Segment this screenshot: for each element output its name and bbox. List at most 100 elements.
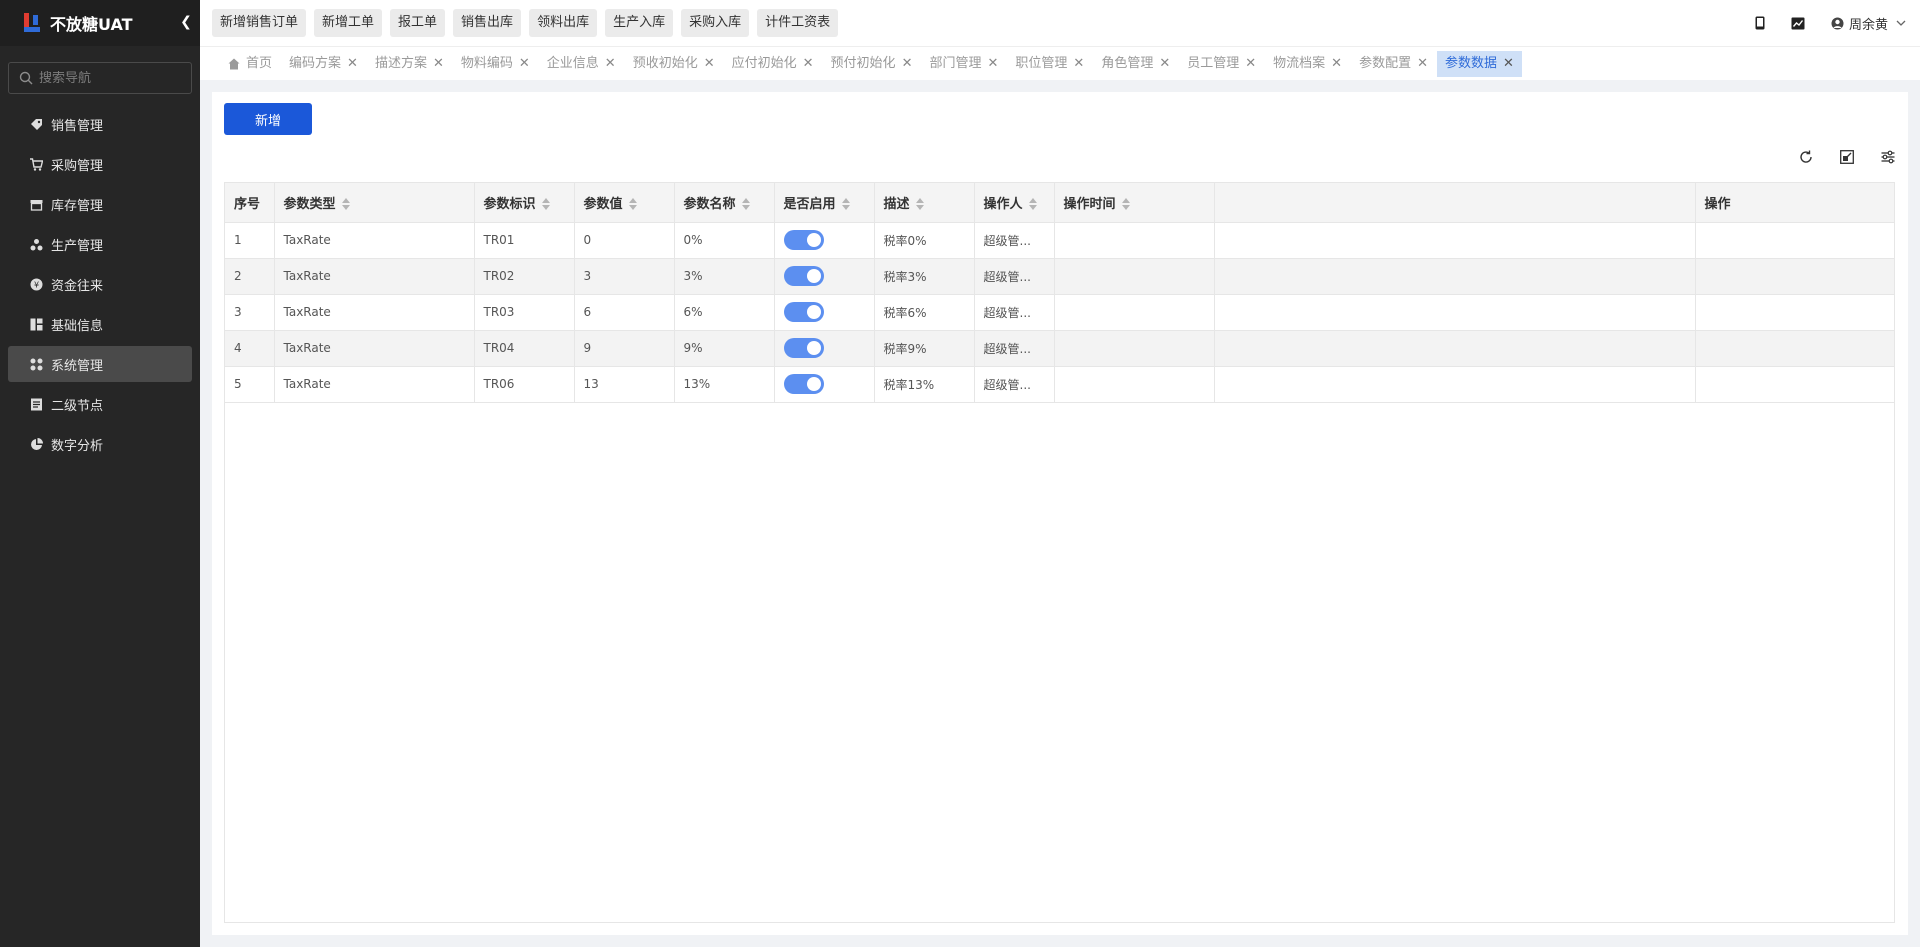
sidebar-item-secondary-node[interactable]: 二级节点 <box>8 386 192 422</box>
close-icon[interactable]: ✕ <box>1159 51 1170 77</box>
production-icon <box>29 237 43 251</box>
col-header-operator[interactable]: 操作人 <box>974 183 1055 223</box>
cell-description: 税率9% <box>874 330 975 367</box>
close-icon[interactable]: ✕ <box>1417 51 1428 77</box>
table-row[interactable]: 1 TaxRate TR01 0 0% 税率0% 超级管... <box>225 222 1895 259</box>
sidebar-item-label: 资金往来 <box>51 278 104 294</box>
close-icon[interactable]: ✕ <box>704 51 715 77</box>
cell-enabled <box>774 222 875 259</box>
cell-enabled <box>774 258 875 295</box>
chart-icon[interactable] <box>1791 17 1805 30</box>
sidebar-item-label: 库存管理 <box>51 198 104 214</box>
cell-param-code: TR04 <box>474 330 575 367</box>
col-header-param-value[interactable]: 参数值 <box>574 183 675 223</box>
close-icon[interactable]: ✕ <box>803 51 814 77</box>
sidebar-item-inventory[interactable]: 库存管理 <box>8 186 192 222</box>
tab-logistics-archive[interactable]: 物流档案 ✕ <box>1265 51 1350 77</box>
close-icon[interactable]: ✕ <box>347 51 358 77</box>
tab-label: 物料编码 <box>460 56 513 71</box>
table-row[interactable]: 3 TaxRate TR03 6 6% 税率6% 超级管... <box>225 294 1895 331</box>
tab-prereceipt-init[interactable]: 预收初始化 ✕ <box>625 51 723 77</box>
col-header-enabled[interactable]: 是否启用 <box>774 183 875 223</box>
sort-icon[interactable] <box>341 198 350 211</box>
close-icon[interactable]: ✕ <box>1331 51 1342 77</box>
tab-position-management[interactable]: 职位管理 ✕ <box>1007 51 1092 77</box>
enabled-toggle[interactable] <box>783 338 824 358</box>
tab-role-management[interactable]: 角色管理 ✕ <box>1093 51 1178 77</box>
table-row[interactable]: 4 TaxRate TR04 9 9% 税率9% 超级管... <box>225 330 1895 367</box>
collapse-sidebar-icon[interactable]: ❮ <box>178 14 194 30</box>
quick-purchase-inbound-button[interactable]: 采购入库 <box>681 9 750 37</box>
close-icon[interactable]: ✕ <box>1073 51 1084 77</box>
tab-parameter-config[interactable]: 参数配置 ✕ <box>1351 51 1436 77</box>
enabled-toggle[interactable] <box>783 266 824 286</box>
close-icon[interactable]: ✕ <box>987 51 998 77</box>
quick-piecework-wage-button[interactable]: 计件工资表 <box>757 9 839 37</box>
tab-material-code[interactable]: 物料编码 ✕ <box>453 51 538 77</box>
sort-icon[interactable] <box>741 198 750 211</box>
close-icon[interactable]: ✕ <box>902 51 913 77</box>
fullscreen-icon[interactable] <box>1826 150 1867 164</box>
sidebar-item-funds[interactable]: ¥ 资金往来 <box>8 266 192 302</box>
cell-blank <box>1214 258 1696 295</box>
close-icon[interactable]: ✕ <box>1503 51 1514 77</box>
tab-company-info[interactable]: 企业信息 ✕ <box>539 51 624 77</box>
table-row[interactable]: 2 TaxRate TR02 3 3% 税率3% 超级管... <box>225 258 1895 295</box>
sidebar-item-basic-info[interactable]: 基础信息 <box>8 306 192 342</box>
nav-search-input[interactable] <box>39 70 179 86</box>
sort-icon[interactable] <box>1121 198 1130 211</box>
cell-param-type: TaxRate <box>274 330 475 367</box>
quick-new-sales-order-button[interactable]: 新增销售订单 <box>212 9 307 37</box>
mobile-icon[interactable] <box>1755 16 1765 30</box>
sidebar-item-purchase[interactable]: 采购管理 <box>8 146 192 182</box>
table-row[interactable]: 5 TaxRate TR06 13 13% 税率13% 超级管... <box>225 366 1895 403</box>
user-menu[interactable]: 周余黄 <box>1831 14 1906 33</box>
enabled-toggle[interactable] <box>783 374 824 394</box>
col-header-param-code[interactable]: 参数标识 <box>474 183 575 223</box>
close-icon[interactable]: ✕ <box>519 51 530 77</box>
tab-employee-management[interactable]: 员工管理 ✕ <box>1179 51 1264 77</box>
sort-icon[interactable] <box>628 198 637 211</box>
tab-home[interactable]: 首页 <box>220 51 280 77</box>
sort-icon[interactable] <box>541 198 550 211</box>
cell-enabled <box>774 330 875 367</box>
quick-production-inbound-button[interactable]: 生产入库 <box>605 9 674 37</box>
col-header-param-type[interactable]: 参数类型 <box>274 183 475 223</box>
col-header-param-name[interactable]: 参数名称 <box>674 183 775 223</box>
param-table: 序号 参数类型 参数标识 参数值 参数名称 是否启用 描述 操作人 操作时间 操… <box>224 182 1895 923</box>
sidebar-item-analysis[interactable]: 数字分析 <box>8 426 192 462</box>
column-settings-icon[interactable] <box>1867 150 1908 164</box>
col-header-operate-time[interactable]: 操作时间 <box>1054 183 1215 223</box>
sort-icon[interactable] <box>841 198 850 211</box>
tab-parameter-data[interactable]: 参数数据 ✕ <box>1437 51 1522 77</box>
sidebar-item-production[interactable]: 生产管理 <box>8 226 192 262</box>
tab-description-scheme[interactable]: 描述方案 ✕ <box>367 51 452 77</box>
tab-prepayment-init[interactable]: 预付初始化 ✕ <box>823 51 921 77</box>
quick-material-outbound-button[interactable]: 领料出库 <box>529 9 598 37</box>
add-button[interactable]: 新增 <box>224 103 312 135</box>
enabled-toggle[interactable] <box>783 230 824 250</box>
cell-param-type: TaxRate <box>274 366 475 403</box>
sidebar-item-sales[interactable]: 销售管理 <box>8 106 192 142</box>
refresh-icon[interactable] <box>1785 150 1826 164</box>
enabled-toggle[interactable] <box>783 302 824 322</box>
close-icon[interactable]: ✕ <box>433 51 444 77</box>
cell-param-value: 3 <box>574 258 675 295</box>
sort-icon[interactable] <box>1028 198 1037 211</box>
quick-sales-outbound-button[interactable]: 销售出库 <box>453 9 522 37</box>
sort-icon[interactable] <box>915 198 924 211</box>
tab-payable-init[interactable]: 应付初始化 ✕ <box>724 51 822 77</box>
quick-new-work-order-button[interactable]: 新增工单 <box>314 9 383 37</box>
cell-actions <box>1695 366 1895 403</box>
quick-work-report-button[interactable]: 报工单 <box>390 9 446 37</box>
col-header-description[interactable]: 描述 <box>874 183 975 223</box>
close-icon[interactable]: ✕ <box>1245 51 1256 77</box>
cell-operator: 超级管... <box>974 222 1055 259</box>
cell-description: 税率0% <box>874 222 975 259</box>
close-icon[interactable]: ✕ <box>605 51 616 77</box>
tab-department-management[interactable]: 部门管理 ✕ <box>921 51 1006 77</box>
tab-coding-scheme[interactable]: 编码方案 ✕ <box>281 51 366 77</box>
cell-blank <box>1214 222 1696 259</box>
nav-search-box[interactable] <box>8 62 192 94</box>
sidebar-item-system[interactable]: 系统管理 <box>8 346 192 382</box>
